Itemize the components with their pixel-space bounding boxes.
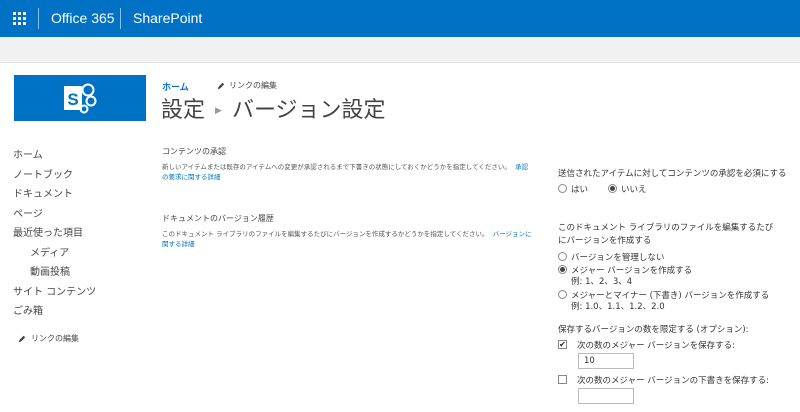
no-versioning-radio[interactable]: [558, 252, 567, 261]
nav-recent[interactable]: 最近使った項目: [13, 224, 153, 244]
keep-drafts-count-input[interactable]: [578, 388, 634, 404]
version-history-description: このドキュメント ライブラリのファイルを編集するたびにバージョンを作成するかどう…: [162, 230, 532, 248]
waffle-icon[interactable]: [0, 0, 38, 37]
office-365-link[interactable]: Office 365: [51, 10, 115, 26]
nav-recycle-bin[interactable]: ごみ箱: [13, 302, 153, 322]
nav-documents[interactable]: ドキュメント: [13, 185, 153, 205]
quick-launch: ホーム ノートブック ドキュメント ページ 最近使った項目 メディア 動画投稿 …: [13, 146, 153, 322]
keep-drafts-checkbox[interactable]: [558, 375, 567, 384]
keep-major-count-input[interactable]: [578, 353, 634, 369]
site-logo[interactable]: S: [14, 75, 146, 121]
pencil-icon: [18, 335, 26, 342]
ribbon-bar: [0, 37, 800, 63]
top-edit-links[interactable]: リンクの編集: [217, 80, 277, 91]
approval-yes-radio[interactable]: [558, 184, 567, 193]
approval-options: 送信されたアイテムに対してコンテンツの承認を必須にする はい いいえ: [558, 168, 788, 195]
major-versions-example: 例: 1、2、3、4: [571, 277, 633, 287]
version-question: このドキュメント ライブラリのファイルを編集するたびにバージョンを作成する: [558, 223, 774, 246]
keep-major-label: 次の数のメジャー バージョンを保存する:: [577, 340, 735, 351]
nav-video-post[interactable]: 動画投稿: [13, 263, 153, 283]
suite-bar-divider: [120, 8, 121, 29]
limit-versions-label: 保存するバージョンの数を限定する (オプション):: [558, 325, 749, 335]
major-minor-versions-label: メジャーとマイナー (下書き) バージョンを作成する: [571, 290, 770, 301]
svg-text:S: S: [67, 90, 78, 109]
keep-drafts-label: 次の数のメジャー バージョンの下書きを保存する:: [577, 375, 769, 386]
major-minor-versions-radio[interactable]: [558, 290, 567, 299]
no-versioning-label: バージョンを管理しない: [571, 252, 665, 263]
edit-links-label: リンクの編集: [31, 334, 79, 343]
major-versions-radio[interactable]: [558, 265, 567, 274]
title-current: バージョン設定: [231, 98, 386, 123]
approval-no-radio[interactable]: [608, 184, 618, 193]
sharepoint-logo-icon: S: [64, 83, 97, 114]
approval-question: 送信されたアイテムに対してコンテンツの承認を必須にする: [558, 169, 787, 179]
version-limits: 保存するバージョンの数を限定する (オプション): ✔ 次の数のメジャー バージ…: [558, 324, 790, 404]
approval-no-label: いいえ: [621, 184, 647, 195]
major-versions-label: メジャー バージョンを作成する: [571, 265, 693, 276]
sharepoint-link[interactable]: SharePoint: [133, 10, 202, 26]
suite-bar: Office 365 SharePoint: [0, 0, 800, 37]
content-approval-description: 新しいアイテムまたは既存のアイテムへの変更が承認されるまで下書きの状態にしておく…: [162, 163, 529, 181]
major-minor-versions-example: 例: 1.0、1.1、1.2、2.0: [571, 302, 665, 312]
nav-pages[interactable]: ページ: [13, 205, 153, 225]
nav-notebook[interactable]: ノートブック: [13, 166, 153, 186]
suite-bar-divider: [38, 8, 39, 29]
page-title: 設定 ▶ バージョン設定: [161, 92, 386, 124]
breadcrumb-arrow-icon: ▶: [215, 106, 222, 116]
keep-major-checkbox[interactable]: ✔: [558, 340, 567, 349]
approval-yes-label: はい: [571, 184, 589, 195]
edit-links-label: リンクの編集: [229, 81, 277, 90]
version-history-title: ドキュメントのバージョン履歴: [162, 214, 274, 223]
nav-home[interactable]: ホーム: [13, 146, 153, 166]
title-parent-link[interactable]: 設定: [161, 92, 205, 124]
nav-media[interactable]: メディア: [13, 244, 153, 264]
pencil-icon: [217, 82, 225, 89]
quicklaunch-edit-links[interactable]: リンクの編集: [18, 333, 79, 344]
content-approval-title: コンテンツの承認: [162, 147, 226, 156]
nav-site-contents[interactable]: サイト コンテンツ: [13, 283, 153, 303]
version-options: このドキュメント ライブラリのファイルを編集するたびにバージョンを作成する バー…: [558, 222, 780, 313]
